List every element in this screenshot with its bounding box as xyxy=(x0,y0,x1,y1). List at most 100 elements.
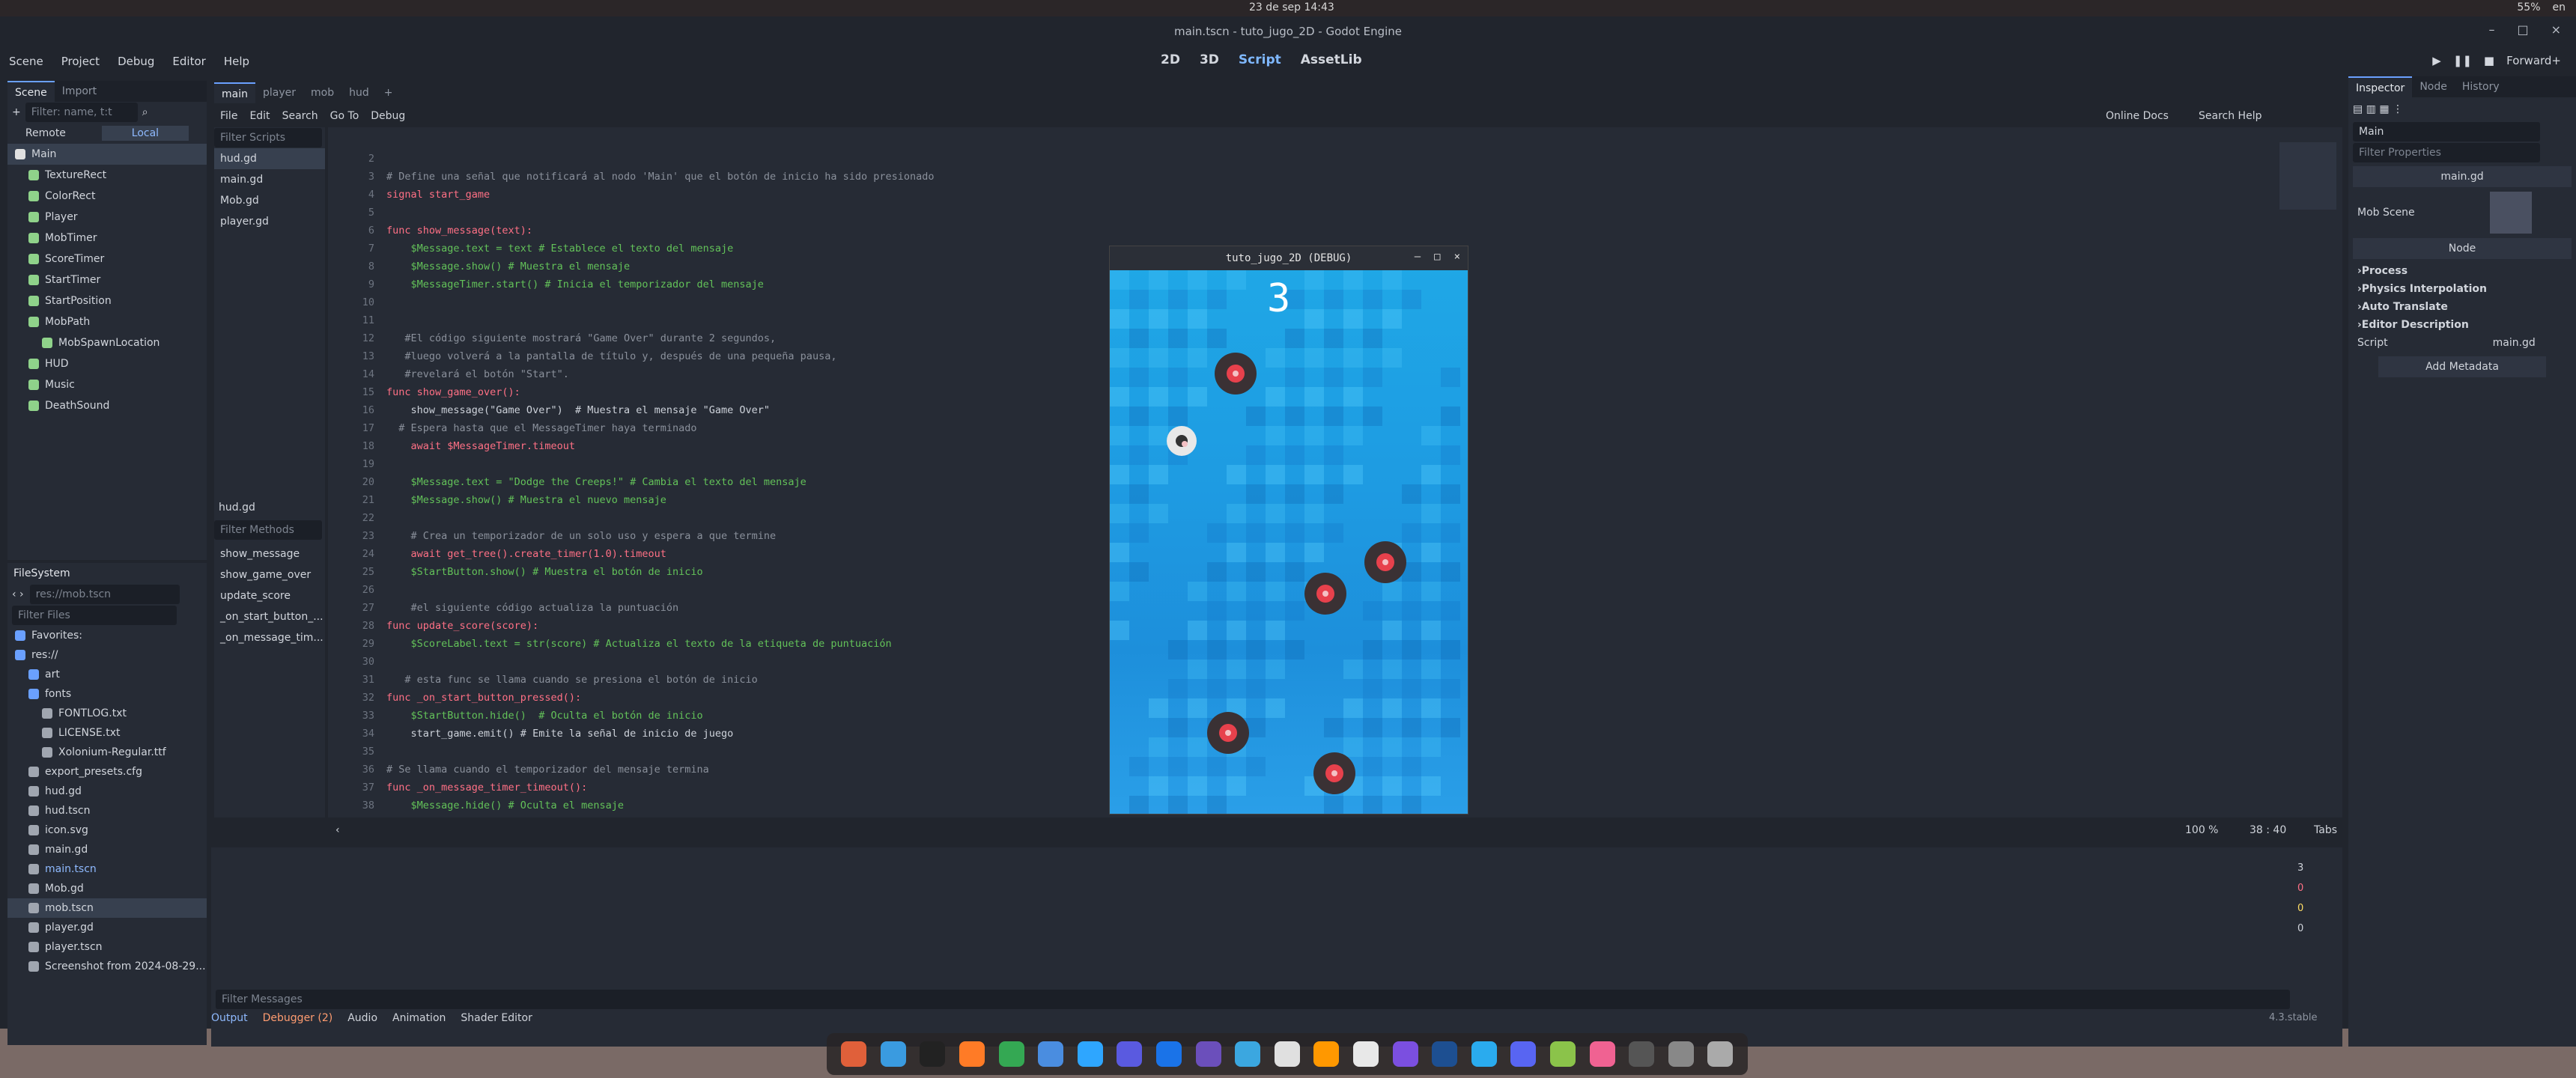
file-item[interactable]: main.tscn xyxy=(7,859,207,879)
warning-count[interactable]: 0 xyxy=(2297,903,2303,914)
dock-app-icon[interactable] xyxy=(1549,1041,1576,1067)
online-docs-button[interactable]: Online Docs xyxy=(2106,110,2169,122)
tab-shader-editor[interactable]: Shader Editor xyxy=(461,1012,532,1024)
play-icon[interactable]: ▶ xyxy=(2432,54,2441,67)
dock-app-icon[interactable] xyxy=(1274,1041,1300,1067)
dock-app-icon[interactable] xyxy=(1629,1041,1655,1067)
mob-scene-thumbnail[interactable] xyxy=(2489,192,2532,234)
dock-app-icon[interactable] xyxy=(1235,1041,1261,1067)
scene-node[interactable]: MobPath xyxy=(7,311,207,332)
file-item[interactable]: hud.tscn xyxy=(7,801,207,820)
dock-app-icon[interactable] xyxy=(841,1041,867,1067)
menu-scene[interactable]: Scene xyxy=(0,55,52,68)
inspector-group[interactable]: › Physics Interpolation xyxy=(2348,280,2576,298)
scene-filter-input[interactable]: Filter: name, t:t xyxy=(25,103,138,122)
local-tab[interactable]: Local xyxy=(101,126,189,141)
menu-project[interactable]: Project xyxy=(52,55,109,68)
tab-audio[interactable]: Audio xyxy=(347,1012,377,1024)
script-property-value[interactable]: main.gd xyxy=(2493,337,2536,349)
script-item[interactable]: hud.gd xyxy=(214,148,325,169)
scripts-filter-input[interactable]: Filter Scripts xyxy=(214,128,322,147)
info-count[interactable]: 0 xyxy=(2297,923,2303,934)
file-item[interactable]: player.tscn xyxy=(7,937,207,957)
zoom-level[interactable]: 100 % xyxy=(2185,824,2218,836)
filter-properties-input[interactable]: Filter Properties xyxy=(2353,143,2540,162)
add-metadata-button[interactable]: Add Metadata xyxy=(2425,361,2499,373)
script-menu-file[interactable]: File xyxy=(214,110,243,122)
indent-mode[interactable]: Tabs xyxy=(2314,824,2337,836)
scene-node[interactable]: TextureRect xyxy=(7,165,207,186)
file-item[interactable]: LICENSE.txt xyxy=(7,723,207,743)
inspector-group[interactable]: › Process xyxy=(2348,262,2576,280)
script-item[interactable]: player.gd xyxy=(214,211,325,232)
search-help-button[interactable]: Search Help xyxy=(2199,110,2261,122)
scene-node[interactable]: Main xyxy=(7,144,207,165)
dock-app-icon[interactable] xyxy=(1392,1041,1418,1067)
script-item[interactable]: Mob.gd xyxy=(214,190,325,211)
filter-messages-input[interactable]: Filter Messages xyxy=(216,990,2290,1009)
file-item[interactable]: Mob.gd xyxy=(7,879,207,898)
add-node-icon[interactable]: + xyxy=(12,106,21,118)
workspace-assetlib[interactable]: AssetLib xyxy=(1301,52,1362,67)
scene-node[interactable]: ScoreTimer xyxy=(7,249,207,270)
method-item[interactable]: show_message xyxy=(214,543,323,564)
script-menu-debug[interactable]: Debug xyxy=(365,110,411,122)
dock-app-icon[interactable] xyxy=(1313,1041,1340,1067)
file-item[interactable]: fonts xyxy=(7,684,207,704)
file-item[interactable]: icon.svg xyxy=(7,820,207,840)
menu-editor[interactable]: Editor xyxy=(163,55,214,68)
close-button[interactable]: × xyxy=(2551,22,2561,37)
game-minimize-button[interactable]: – xyxy=(1415,251,1421,263)
error-count[interactable]: 0 xyxy=(2297,883,2303,894)
file-item[interactable]: player.gd xyxy=(7,918,207,937)
script-menu-search[interactable]: Search xyxy=(276,110,324,122)
dock-app-icon[interactable] xyxy=(1668,1041,1694,1067)
add-tab-icon[interactable]: + xyxy=(377,82,401,103)
dock-app-icon[interactable] xyxy=(1195,1041,1221,1067)
menu-debug[interactable]: Debug xyxy=(109,55,163,68)
file-item[interactable]: FONTLOG.txt xyxy=(7,704,207,723)
tab-animation[interactable]: Animation xyxy=(392,1012,446,1024)
tab-history[interactable]: History xyxy=(2455,76,2507,97)
dock-app-icon[interactable] xyxy=(998,1041,1024,1067)
scene-node[interactable]: StartPosition xyxy=(7,290,207,311)
dock-app-icon[interactable] xyxy=(1353,1041,1379,1067)
game-viewport[interactable]: 3 xyxy=(1110,270,1468,814)
workspace-3d[interactable]: 3D xyxy=(1200,52,1219,67)
code-line[interactable]: 2 xyxy=(328,150,1601,168)
script-menu-edit[interactable]: Edit xyxy=(243,110,276,122)
script-item[interactable]: main.gd xyxy=(214,169,325,190)
file-item[interactable]: Xolonium-Regular.ttf xyxy=(7,743,207,762)
scene-node[interactable]: StartTimer xyxy=(7,270,207,290)
dock-app-icon[interactable] xyxy=(1156,1041,1182,1067)
scene-node[interactable]: DeathSound xyxy=(7,395,207,416)
inspector-group[interactable]: › Editor Description xyxy=(2348,316,2576,334)
dock-app-icon[interactable] xyxy=(1510,1041,1537,1067)
dock-app-icon[interactable] xyxy=(1471,1041,1497,1067)
tab-inspector[interactable]: Inspector xyxy=(2348,76,2413,97)
file-item[interactable]: art xyxy=(7,665,207,684)
scene-node[interactable]: MobSpawnLocation xyxy=(7,332,207,353)
path-field[interactable]: res://mob.tscn xyxy=(29,585,180,604)
dock-app-icon[interactable] xyxy=(880,1041,906,1067)
toggle-scripts-icon[interactable]: ‹ xyxy=(335,824,340,836)
code-line[interactable]: 3 # Define una señal que notificará al no… xyxy=(328,168,1601,186)
tab-hud[interactable]: hud xyxy=(341,82,377,103)
dock-app-icon[interactable] xyxy=(959,1041,985,1067)
tab-output[interactable]: Output xyxy=(211,1012,248,1024)
file-item[interactable]: export_presets.cfg xyxy=(7,762,207,782)
code-line[interactable]: 6 func show_message(text): xyxy=(328,222,1601,240)
dock-app-icon[interactable] xyxy=(1589,1041,1615,1067)
game-close-button[interactable]: × xyxy=(1454,251,1460,263)
tab-mob[interactable]: mob xyxy=(303,82,341,103)
workspace-script[interactable]: Script xyxy=(1239,52,1281,67)
dock-app-icon[interactable] xyxy=(920,1041,946,1067)
code-line[interactable]: 4 signal start_game xyxy=(328,186,1601,204)
tab-import[interactable]: Import xyxy=(55,81,104,102)
method-item[interactable]: _on_start_button_... xyxy=(214,606,323,627)
file-item[interactable]: hud.gd xyxy=(7,782,207,801)
dock-app-icon[interactable] xyxy=(1707,1041,1734,1067)
game-maximize-button[interactable]: □ xyxy=(1434,251,1440,263)
script-menu-goto[interactable]: Go To xyxy=(324,110,365,122)
dock-app-icon[interactable] xyxy=(1038,1041,1064,1067)
